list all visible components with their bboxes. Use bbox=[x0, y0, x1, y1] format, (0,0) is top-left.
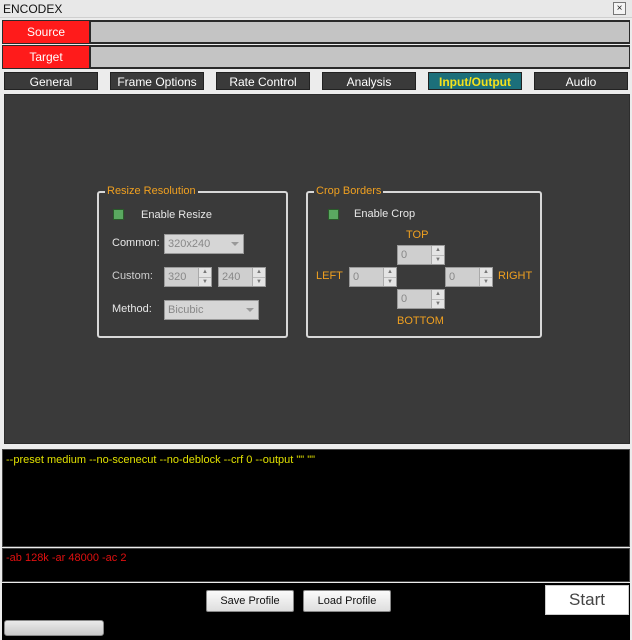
common-resolution-select[interactable]: 320x240 bbox=[164, 234, 244, 254]
spinner-buttons[interactable]: ▲ ▼ bbox=[431, 290, 444, 308]
crop-right-label: RIGHT bbox=[498, 270, 533, 282]
custom-height-spinner[interactable]: 240 ▲ ▼ bbox=[218, 267, 266, 287]
tab-general[interactable]: General bbox=[4, 72, 98, 90]
source-button[interactable]: Source bbox=[3, 21, 89, 43]
crop-top-label: TOP bbox=[406, 229, 429, 241]
crop-left-label: LEFT bbox=[316, 270, 343, 282]
spinner-down-icon[interactable]: ▼ bbox=[253, 277, 265, 286]
load-profile-button[interactable]: Load Profile bbox=[303, 590, 391, 612]
custom-width-value: 320 bbox=[168, 271, 187, 283]
target-button[interactable]: Target bbox=[3, 46, 89, 68]
crop-borders-legend: Crop Borders bbox=[314, 185, 384, 197]
audio-command-output[interactable]: -ab 128k -ar 48000 -ac 2 bbox=[2, 548, 630, 582]
spinner-up-icon[interactable]: ▲ bbox=[253, 268, 265, 277]
spinner-up-icon[interactable]: ▲ bbox=[199, 268, 211, 277]
save-profile-button[interactable]: Save Profile bbox=[206, 590, 294, 612]
chevron-down-icon bbox=[231, 242, 239, 246]
crop-bottom-value: 0 bbox=[401, 293, 408, 305]
resize-resolution-legend: Resize Resolution bbox=[105, 185, 198, 197]
spinner-buttons[interactable]: ▲ ▼ bbox=[431, 246, 444, 264]
tab-strip: General Frame Options Rate Control Analy… bbox=[0, 70, 632, 92]
method-select[interactable]: Bicubic bbox=[164, 300, 259, 320]
tab-frame-options[interactable]: Frame Options bbox=[110, 72, 204, 90]
spinner-buttons[interactable]: ▲ ▼ bbox=[198, 268, 211, 286]
spinner-up-icon[interactable]: ▲ bbox=[432, 246, 444, 255]
source-path-field[interactable] bbox=[91, 22, 629, 42]
chevron-down-icon bbox=[246, 308, 254, 312]
input-output-panel: Resize Resolution Enable Resize Common: … bbox=[4, 94, 630, 444]
spinner-up-icon[interactable]: ▲ bbox=[432, 290, 444, 299]
spinner-down-icon[interactable]: ▼ bbox=[432, 255, 444, 264]
spinner-down-icon[interactable]: ▼ bbox=[480, 277, 492, 286]
spinner-buttons[interactable]: ▲ ▼ bbox=[252, 268, 265, 286]
spinner-down-icon[interactable]: ▼ bbox=[199, 277, 211, 286]
common-resolution-value: 320x240 bbox=[168, 238, 211, 250]
title-bar: ENCODEX × bbox=[0, 0, 632, 18]
target-path-field[interactable] bbox=[91, 47, 629, 67]
method-label: Method: bbox=[112, 303, 152, 315]
spinner-down-icon[interactable]: ▼ bbox=[384, 277, 396, 286]
command-line-output[interactable]: --preset medium --no-scenecut --no-deblo… bbox=[2, 449, 630, 547]
crop-right-spinner[interactable]: 0 ▲ ▼ bbox=[445, 267, 493, 287]
resize-resolution-group: Resize Resolution Enable Resize Common: … bbox=[97, 185, 288, 338]
tab-rate-control[interactable]: Rate Control bbox=[216, 72, 310, 90]
spinner-up-icon[interactable]: ▲ bbox=[480, 268, 492, 277]
tab-audio[interactable]: Audio bbox=[534, 72, 628, 90]
custom-width-spinner[interactable]: 320 ▲ ▼ bbox=[164, 267, 212, 287]
spinner-up-icon[interactable]: ▲ bbox=[384, 268, 396, 277]
method-value: Bicubic bbox=[168, 304, 204, 316]
crop-bottom-spinner[interactable]: 0 ▲ ▼ bbox=[397, 289, 445, 309]
enable-resize-checkbox[interactable] bbox=[113, 209, 124, 220]
crop-top-spinner[interactable]: 0 ▲ ▼ bbox=[397, 245, 445, 265]
crop-borders-group: Crop Borders Enable Crop TOP 0 ▲ ▼ LEFT 0… bbox=[306, 185, 542, 338]
common-label: Common: bbox=[112, 237, 160, 249]
close-icon[interactable]: × bbox=[613, 2, 626, 15]
spinner-down-icon[interactable]: ▼ bbox=[432, 299, 444, 308]
window-title: ENCODEX bbox=[3, 2, 63, 16]
encodex-window: ENCODEX × Source Target General Frame Op… bbox=[0, 0, 632, 640]
progress-bar bbox=[4, 620, 104, 636]
enable-resize-label: Enable Resize bbox=[141, 209, 212, 221]
spinner-buttons[interactable]: ▲ ▼ bbox=[383, 268, 396, 286]
source-row: Source bbox=[2, 20, 630, 44]
crop-left-spinner[interactable]: 0 ▲ ▼ bbox=[349, 267, 397, 287]
enable-crop-checkbox[interactable] bbox=[328, 209, 339, 220]
tab-input-output[interactable]: Input/Output bbox=[428, 72, 522, 90]
spinner-buttons[interactable]: ▲ ▼ bbox=[479, 268, 492, 286]
command-line-text: --preset medium --no-scenecut --no-deblo… bbox=[6, 454, 316, 466]
custom-label: Custom: bbox=[112, 270, 153, 282]
crop-right-value: 0 bbox=[449, 271, 456, 283]
start-button[interactable]: Start bbox=[545, 585, 629, 615]
enable-crop-label: Enable Crop bbox=[354, 208, 416, 220]
custom-height-value: 240 bbox=[222, 271, 241, 283]
crop-bottom-label: BOTTOM bbox=[397, 315, 444, 327]
target-row: Target bbox=[2, 45, 630, 69]
tab-analysis[interactable]: Analysis bbox=[322, 72, 416, 90]
crop-left-value: 0 bbox=[353, 271, 360, 283]
audio-command-text: -ab 128k -ar 48000 -ac 2 bbox=[6, 552, 127, 564]
crop-top-value: 0 bbox=[401, 249, 408, 261]
